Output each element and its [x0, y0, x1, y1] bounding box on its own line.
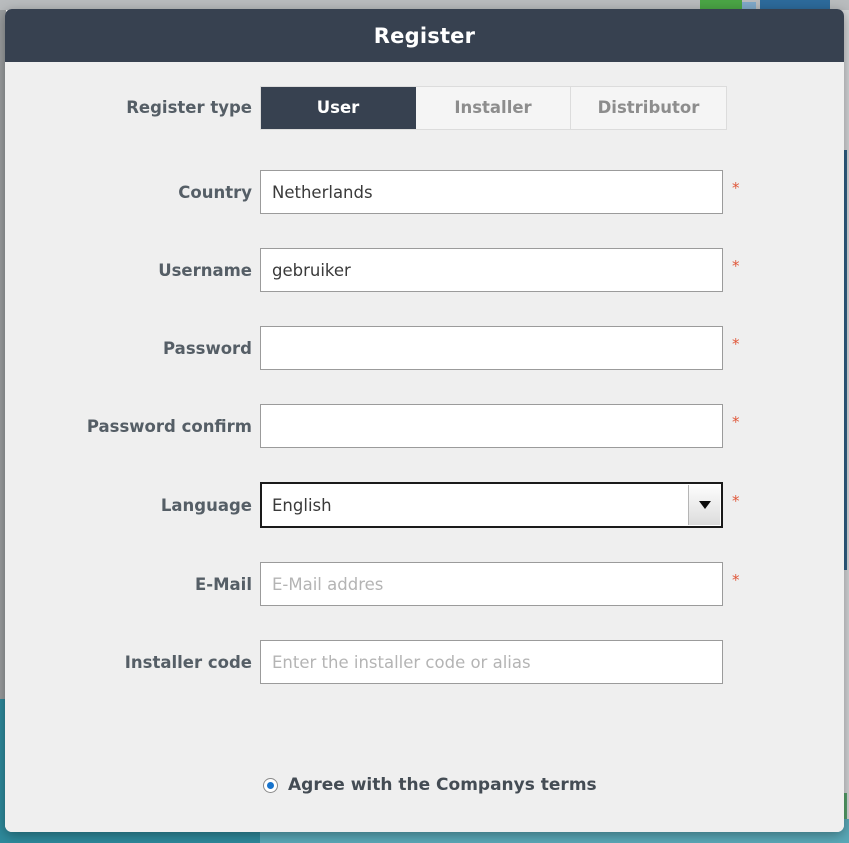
country-label: Country: [178, 182, 252, 202]
background-green-block: [700, 0, 742, 9]
country-row: Country *: [5, 153, 844, 231]
terms-row: Agree with the Companys terms: [5, 759, 844, 811]
email-row: E-Mail *: [5, 545, 844, 623]
country-input[interactable]: [260, 170, 723, 214]
register-type-field: User Installer Distributor: [260, 85, 727, 130]
password-confirm-label: Password confirm: [86, 416, 252, 436]
chevron-down-icon[interactable]: [688, 485, 720, 525]
radio-selected-dot: [267, 781, 274, 789]
language-field: English *: [260, 482, 740, 528]
register-type-row: Register type User Installer Distributor: [5, 62, 844, 153]
username-label: Username: [158, 260, 252, 280]
dialog-header: Register: [5, 9, 844, 62]
email-required-marker: *: [732, 570, 740, 589]
password-required-marker: *: [732, 334, 740, 353]
installer-code-label: Installer code: [124, 652, 252, 672]
register-type-label: Register type: [126, 98, 252, 117]
dialog-actions: Register Back to login: [5, 827, 844, 832]
installer-code-row: Installer code: [5, 623, 844, 701]
email-label: E-Mail: [195, 574, 252, 594]
background-blue-block-small: [742, 2, 756, 9]
username-input[interactable]: [260, 248, 723, 292]
terms-radio[interactable]: [263, 777, 278, 793]
email-field: *: [260, 562, 740, 606]
tab-installer[interactable]: Installer: [416, 86, 571, 129]
username-field: *: [260, 248, 740, 292]
language-selected-value: English: [272, 495, 332, 515]
password-confirm-input[interactable]: [260, 404, 723, 448]
username-row: Username *: [5, 231, 844, 309]
installer-code-field: [260, 640, 723, 684]
password-row: Password *: [5, 309, 844, 387]
password-label: Password: [163, 338, 252, 358]
password-confirm-required-marker: *: [732, 412, 740, 431]
dialog-body: Register type User Installer Distributor…: [5, 62, 844, 832]
installer-code-input[interactable]: [260, 640, 723, 684]
username-required-marker: *: [732, 256, 740, 275]
country-field: *: [260, 170, 740, 214]
background-blue-block: [760, 0, 830, 9]
language-select[interactable]: English: [260, 482, 723, 528]
tab-distributor[interactable]: Distributor: [571, 86, 726, 129]
language-row: Language English *: [5, 465, 844, 545]
register-type-tabs: User Installer Distributor: [260, 85, 727, 130]
password-confirm-field: *: [260, 404, 740, 448]
terms-label[interactable]: Agree with the Companys terms: [288, 775, 597, 795]
language-label: Language: [160, 495, 252, 515]
page-title: Register: [373, 23, 476, 48]
language-required-marker: *: [732, 491, 740, 510]
email-input[interactable]: [260, 562, 723, 606]
password-input[interactable]: [260, 326, 723, 370]
tab-user[interactable]: User: [261, 86, 416, 129]
register-dialog: Register Register type User Installer Di…: [5, 9, 844, 832]
password-field: *: [260, 326, 740, 370]
country-required-marker: *: [732, 178, 740, 197]
password-confirm-row: Password confirm *: [5, 387, 844, 465]
